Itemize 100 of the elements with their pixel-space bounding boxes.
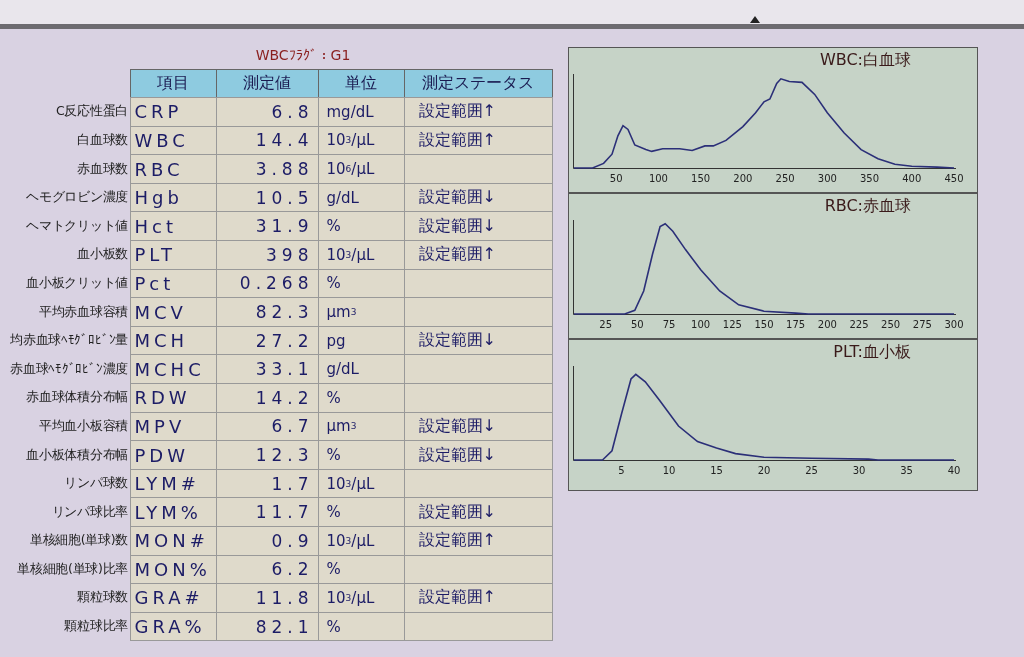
table-cell: GRA% [129,611,217,642]
flag-title: WBCﾌﾗｸﾞ：G1 [254,46,352,65]
row-label: 赤血球数 [76,159,129,178]
row-label: リンパ球数 [63,474,129,493]
table-cell: mg/dL [317,97,405,127]
axis-tick-label: 35 [900,465,913,476]
row-label: 血小板クリット値 [25,273,129,292]
row-label: 顆粒球数 [76,588,129,607]
axis-tick-label: 50 [609,173,623,184]
table-cell: % [317,440,405,470]
table-cell: Hct [129,211,217,242]
table-cell: Pct [129,268,217,299]
table-cell: 14.2 [215,383,319,413]
column-header: 測定値 [215,68,319,99]
triangle-icon[interactable] [750,16,760,23]
table-cell: g/dL [317,354,405,385]
table-cell: 設定範囲↑ [403,526,553,556]
table-cell: RDW [129,383,217,413]
table-cell: 設定範囲↓ [403,497,553,527]
table-cell: 3.88 [215,154,319,184]
table-cell: μm$^{3}$ [317,411,405,442]
axis-tick-label: 175 [786,319,806,330]
axis-tick-label: 350 [860,173,880,184]
histogram-title: RBC:赤血球 [824,195,911,216]
column-header: 項目 [129,68,217,99]
axis-tick-label: 125 [722,319,742,330]
table-cell: MCV [129,297,217,327]
row-label: C反応性蛋白 [55,102,129,121]
axis-tick-label: 200 [817,319,837,330]
table-cell: MCHC [129,354,217,385]
row-label: 単核細胞(単球)比率 [16,559,129,578]
row-label: 顆粒球比率 [63,617,129,636]
row-label: 単核細胞(単球)数 [28,531,129,550]
axis-tick-label: 250 [881,319,901,330]
axis-tick-label: 25 [599,319,612,330]
table-cell: μm$^{3}$ [317,297,405,327]
table-cell: Hgb [129,182,217,213]
axis-tick-label: 275 [912,319,932,330]
table-cell: LYM# [129,468,217,499]
axis-tick-label: 200 [733,173,753,184]
axis-tick-label: 30 [852,465,866,476]
table-cell: % [317,554,405,585]
axis-tick-label: 25 [805,465,818,476]
table-cell: % [317,268,405,299]
table-cell: % [317,383,405,413]
table-cell: 設定範囲↑ [403,583,553,613]
table-cell: 設定範囲↓ [403,440,553,470]
axis-tick-label: 225 [849,319,869,330]
table-cell: LYM% [129,497,217,527]
table-cell: pg [317,325,405,356]
table-cell: 10.5 [215,182,319,213]
axis-tick-label: 300 [944,319,964,330]
table-cell: 1.7 [215,468,319,499]
table-cell: g/dL [317,182,405,213]
histogram-title: WBC:白血球 [819,49,911,70]
row-label: ヘモグロビン濃度 [25,188,129,207]
table-cell: RBC [129,154,217,184]
table-cell: % [317,497,405,527]
table-cell: 82.1 [215,611,319,642]
table-cell: 設定範囲↓ [403,325,553,356]
axis-tick-label: 50 [630,319,644,330]
table-cell: 27.2 [215,325,319,356]
axis-tick-label: 20 [757,465,771,476]
axis-tick-label: 450 [944,173,964,184]
axis-tick-label: 400 [902,173,922,184]
axis-tick-label: 15 [710,465,723,476]
axis-tick-label: 10 [662,465,676,476]
table-cell: % [317,211,405,242]
table-cell: MON# [129,526,217,556]
table-cell: 10$^{3}$/μL [317,526,405,556]
row-label: リンパ球比率 [50,502,129,521]
row-label: ヘマトクリット値 [25,216,129,235]
table-cell: 6.2 [215,554,319,585]
table-cell: 6.7 [215,411,319,442]
table-cell: 6.8 [215,97,319,127]
table-cell: 設定範囲↓ [403,411,553,442]
table-cell: 設定範囲↑ [403,240,553,270]
axis-tick-label: 100 [648,173,668,184]
table-cell: 0.9 [215,526,319,556]
table-cell: 31.9 [215,211,319,242]
table-cell: 11.7 [215,497,319,527]
row-label: 均赤血球ﾍﾓｸﾞﾛﾋﾞﾝ量 [9,331,129,350]
table-cell: 10$^{3}$/μL [317,125,405,156]
table-cell: 10$^{3}$/μL [317,468,405,499]
row-label: 平均血小板容積 [38,416,129,435]
table-cell: WBC [129,125,217,156]
column-header: 単位 [317,68,405,99]
table-cell: GRA# [129,583,217,613]
axis-tick-label: 150 [691,173,711,184]
axis-tick-label: 5 [618,465,625,476]
table-cell: MCH [129,325,217,356]
histogram-title: PLT:血小板 [833,341,911,362]
row-label: 血小板体積分布幅 [25,445,129,464]
table-cell: 設定範囲↑ [403,97,553,127]
table-cell: 設定範囲↓ [403,182,553,213]
table-cell: 設定範囲↑ [403,125,553,156]
table-cell: PDW [129,440,217,470]
axis-tick-label: 100 [691,319,711,330]
row-label: 白血球数 [76,131,129,149]
row-label: 血小板数 [76,245,129,264]
